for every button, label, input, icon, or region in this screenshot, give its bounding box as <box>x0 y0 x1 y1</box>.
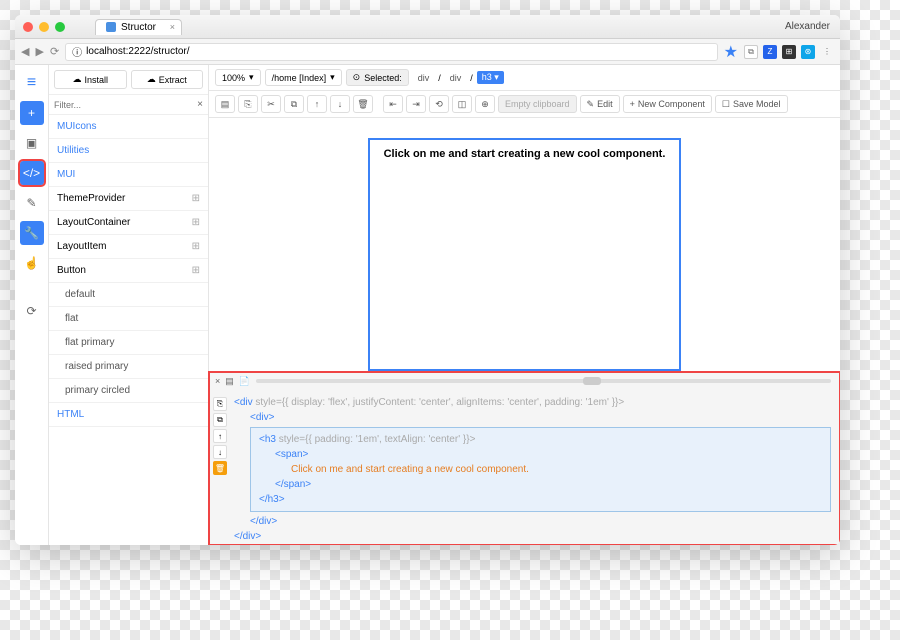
paste-before-icon[interactable]: ⇤ <box>383 95 403 113</box>
code-rail: ⎘ ⧉ ↑ ↓ 🗑 <box>210 373 230 544</box>
sidebar-item[interactable]: Button⊞ <box>49 259 208 283</box>
zoom-select[interactable]: 100% ▾ <box>215 69 261 86</box>
filter-input[interactable] <box>54 100 197 110</box>
forward-icon: ▶ <box>35 45 43 58</box>
up-icon[interactable]: ↑ <box>213 429 227 443</box>
breadcrumb-item[interactable]: div <box>445 72 467 84</box>
copy-icon[interactable]: ⎘ <box>238 95 258 113</box>
sidebar-item[interactable]: flat <box>49 307 208 331</box>
sidebar-item[interactable]: HTML <box>49 403 208 427</box>
panel-doc-icon[interactable]: 📄 <box>239 376 250 387</box>
duplicate-icon[interactable]: ⧉ <box>284 95 304 113</box>
sidebar-item[interactable]: Utilities <box>49 139 208 163</box>
brush-icon[interactable]: ✎ <box>20 191 44 215</box>
url-text: localhost:2222/structor/ <box>86 46 189 57</box>
copy-icon[interactable]: ⎘ <box>213 397 227 411</box>
url-bar: ◀ ▶ ⟳ ⓘ localhost:2222/structor/ ★ ⧉ Z ⊞… <box>15 39 840 65</box>
ext-icon[interactable]: ⊞ <box>782 45 796 59</box>
canvas[interactable]: Click on me and start creating a new coo… <box>209 118 840 371</box>
page-select[interactable]: /home [Index] ▾ <box>265 69 342 86</box>
star-icon[interactable]: ★ <box>724 42 738 62</box>
menu-icon[interactable]: ⋮ <box>820 45 834 59</box>
delete-icon[interactable]: 🗑 <box>353 95 373 113</box>
panel-tab-icon[interactable]: ▤ <box>225 376 234 387</box>
toolbar-actions: ▤ ⎘ ✂ ⧉ ↑ ↓ 🗑 ⇤ ⇥ ⟲ ◫ ⊕ Empty clipboard … <box>209 91 840 118</box>
book-icon[interactable]: ▣ <box>20 131 44 155</box>
maximize-window-icon[interactable] <box>55 22 65 32</box>
down-icon[interactable]: ↓ <box>213 445 227 459</box>
close-panel-icon[interactable]: × <box>215 376 220 387</box>
close-window-icon[interactable] <box>23 22 33 32</box>
tab-title: Structor <box>121 22 156 33</box>
breadcrumb-item[interactable]: div <box>413 72 435 84</box>
edit-button[interactable]: ✎ Edit <box>580 95 620 113</box>
sidebar-item[interactable]: raised primary <box>49 355 208 379</box>
sidebar-item[interactable]: ThemeProvider⊞ <box>49 187 208 211</box>
wrench-icon[interactable]: 🔧 <box>20 221 44 245</box>
info-icon: ⓘ <box>72 44 82 59</box>
ext-icon[interactable]: ⧉ <box>744 45 758 59</box>
hand-icon[interactable]: ☝ <box>20 251 44 275</box>
refresh-icon[interactable]: ⟳ <box>20 299 44 323</box>
left-rail: ≡ + ▣ </> ✎ 🔧 ☝ ⟳ <box>15 65 49 545</box>
code-icon[interactable]: </> <box>20 161 44 185</box>
sidebar-item[interactable]: default <box>49 283 208 307</box>
paste-replace-icon[interactable]: ⟲ <box>429 95 449 113</box>
favicon-icon <box>106 22 116 32</box>
sidebar-item[interactable]: LayoutContainer⊞ <box>49 211 208 235</box>
minimize-window-icon[interactable] <box>39 22 49 32</box>
save-model-button[interactable]: ☐ Save Model <box>715 95 788 113</box>
titlebar: Structor × Alexander <box>15 15 840 39</box>
back-icon[interactable]: ◀ <box>21 45 29 58</box>
toolbar-top: 100% ▾ /home [Index] ▾ ⊙ Selected: div /… <box>209 65 840 91</box>
sidebar-item[interactable]: MUIcons <box>49 115 208 139</box>
selected-label: ⊙ Selected: <box>346 69 409 86</box>
down-icon[interactable]: ↓ <box>330 95 350 113</box>
cut-icon[interactable]: ✂ <box>261 95 281 113</box>
install-button[interactable]: ☁ Install <box>54 70 127 89</box>
panel-slider[interactable] <box>256 379 831 383</box>
paste-last-icon[interactable]: ⊕ <box>475 95 495 113</box>
main-area: 100% ▾ /home [Index] ▾ ⊙ Selected: div /… <box>209 65 840 545</box>
sidebar-item[interactable]: flat primary <box>49 331 208 355</box>
extensions: ⧉ Z ⊞ ⊛ ⋮ <box>744 45 834 59</box>
paste-wrap-icon[interactable]: ◫ <box>452 95 472 113</box>
close-tab-icon[interactable]: × <box>170 22 175 32</box>
ext-icon[interactable]: Z <box>763 45 777 59</box>
url-input[interactable]: ⓘ localhost:2222/structor/ <box>65 43 718 61</box>
duplicate-icon[interactable]: ⧉ <box>213 413 227 427</box>
browser-window: Structor × Alexander ◀ ▶ ⟳ ⓘ localhost:2… <box>15 15 840 545</box>
sidebar-item[interactable]: MUI <box>49 163 208 187</box>
ext-icon[interactable]: ⊛ <box>801 45 815 59</box>
clear-filter-icon[interactable]: × <box>197 99 203 110</box>
collapse-icon[interactable]: ▤ <box>215 95 235 113</box>
breadcrumb-item[interactable]: h3 ▾ <box>477 71 504 84</box>
sidebar-item[interactable]: primary circled <box>49 379 208 403</box>
code-panel: × ▤ 📄 ⎘ ⧉ ↑ ↓ 🗑 <div style={{ display: '… <box>208 371 840 545</box>
code-tree[interactable]: <div style={{ display: 'flex', justifyCo… <box>230 373 839 544</box>
paste-first-icon[interactable]: ⇥ <box>406 95 426 113</box>
browser-tab[interactable]: Structor × <box>95 19 182 35</box>
menu-icon[interactable]: ≡ <box>20 71 44 95</box>
delete-icon[interactable]: 🗑 <box>213 461 227 475</box>
sidebar: ☁ Install ☁ Extract × MUIconsUtilitiesMU… <box>49 65 209 545</box>
up-icon[interactable]: ↑ <box>307 95 327 113</box>
new-component-button[interactable]: + New Component <box>623 95 712 113</box>
sidebar-item[interactable]: LayoutItem⊞ <box>49 235 208 259</box>
reload-icon[interactable]: ⟳ <box>50 45 59 58</box>
clipboard-label: Empty clipboard <box>498 95 577 113</box>
component-preview[interactable]: Click on me and start creating a new coo… <box>368 138 682 371</box>
app: ≡ + ▣ </> ✎ 🔧 ☝ ⟳ ☁ Install ☁ Extract × … <box>15 65 840 545</box>
add-button[interactable]: + <box>20 101 44 125</box>
user-label: Alexander <box>785 21 830 32</box>
extract-button[interactable]: ☁ Extract <box>131 70 204 89</box>
